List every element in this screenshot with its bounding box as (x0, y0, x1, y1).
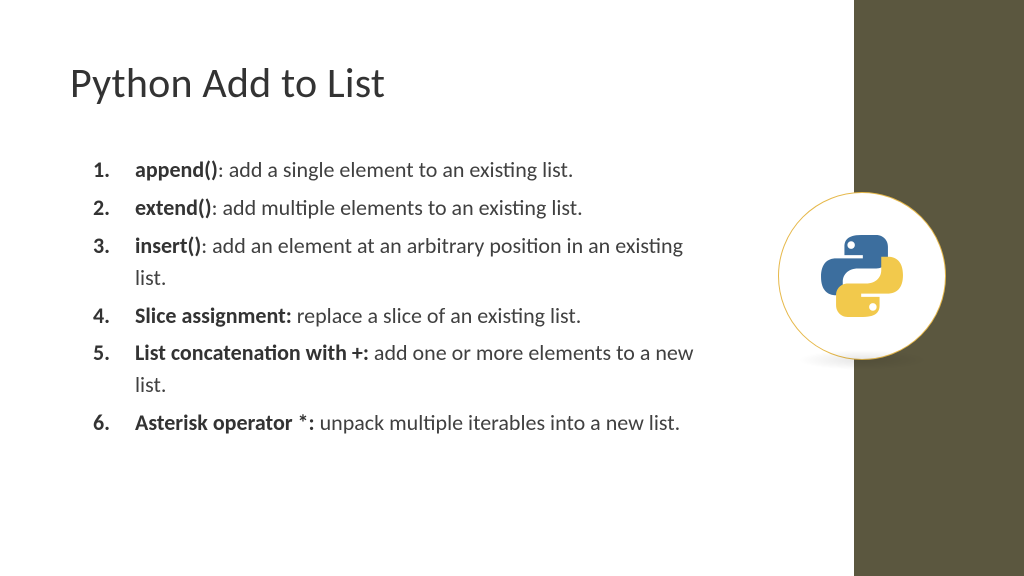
python-logo-icon (816, 230, 908, 322)
list-item-rest: add a single element to an existing list… (229, 156, 574, 183)
list-item: Asterisk operator *: unpack multiple ite… (93, 407, 713, 439)
list-item-rest: add multiple elements to an existing lis… (222, 194, 582, 221)
list-item-strong: Asterisk operator *: (135, 409, 315, 436)
list-item: List concatenation with +: add one or mo… (93, 337, 713, 401)
list-item: append(): add a single element to an exi… (93, 154, 713, 186)
list-item-sep: : (218, 156, 229, 183)
list-item: insert(): add an element at an arbitrary… (93, 230, 713, 294)
page-title: Python Add to List (70, 58, 385, 109)
slide: Python Add to List append(): add a singl… (0, 0, 1024, 576)
list-item-strong: List concatenation with +: (135, 339, 369, 366)
list-item: Slice assignment: replace a slice of an … (93, 300, 713, 332)
logo-circle (778, 192, 946, 360)
list-item-strong: Slice assignment: (135, 302, 292, 329)
list-item: extend(): add multiple elements to an ex… (93, 192, 713, 224)
list-item-rest: unpack multiple iterables into a new lis… (320, 409, 681, 436)
list-item-rest: replace a slice of an existing list. (297, 302, 582, 329)
logo-shadow (798, 350, 928, 370)
list-item-sep: : (212, 194, 223, 221)
list-item-rest: add an element at an arbitrary position … (135, 232, 683, 291)
list-item-sep: : (201, 232, 212, 259)
list-item-strong: insert() (135, 232, 201, 259)
methods-list: append(): add a single element to an exi… (93, 154, 713, 445)
list-item-strong: extend() (135, 194, 212, 221)
list-item-strong: append() (135, 156, 218, 183)
